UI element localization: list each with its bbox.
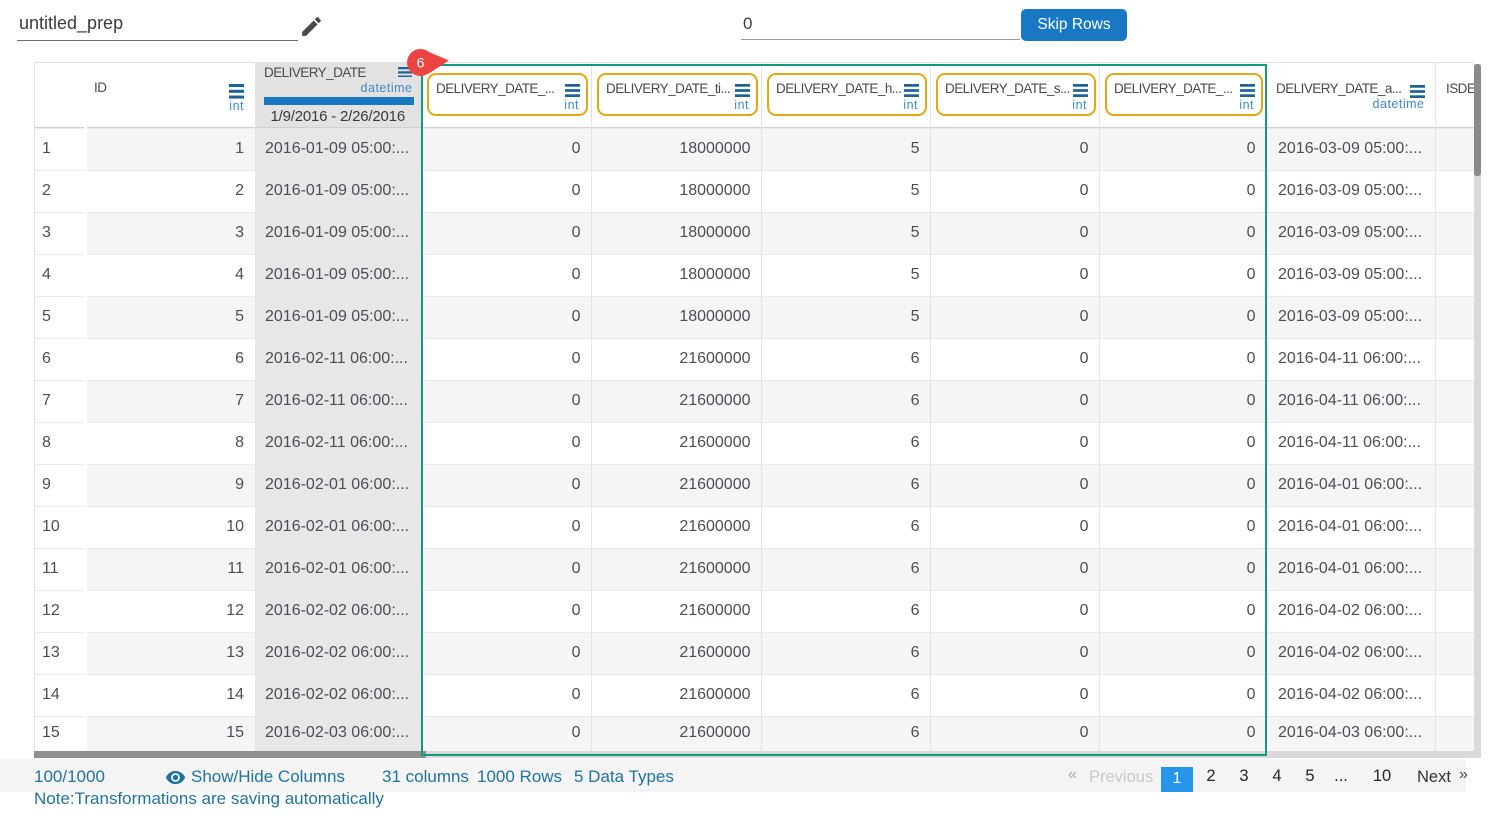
svg-text:6: 6 <box>417 55 425 71</box>
